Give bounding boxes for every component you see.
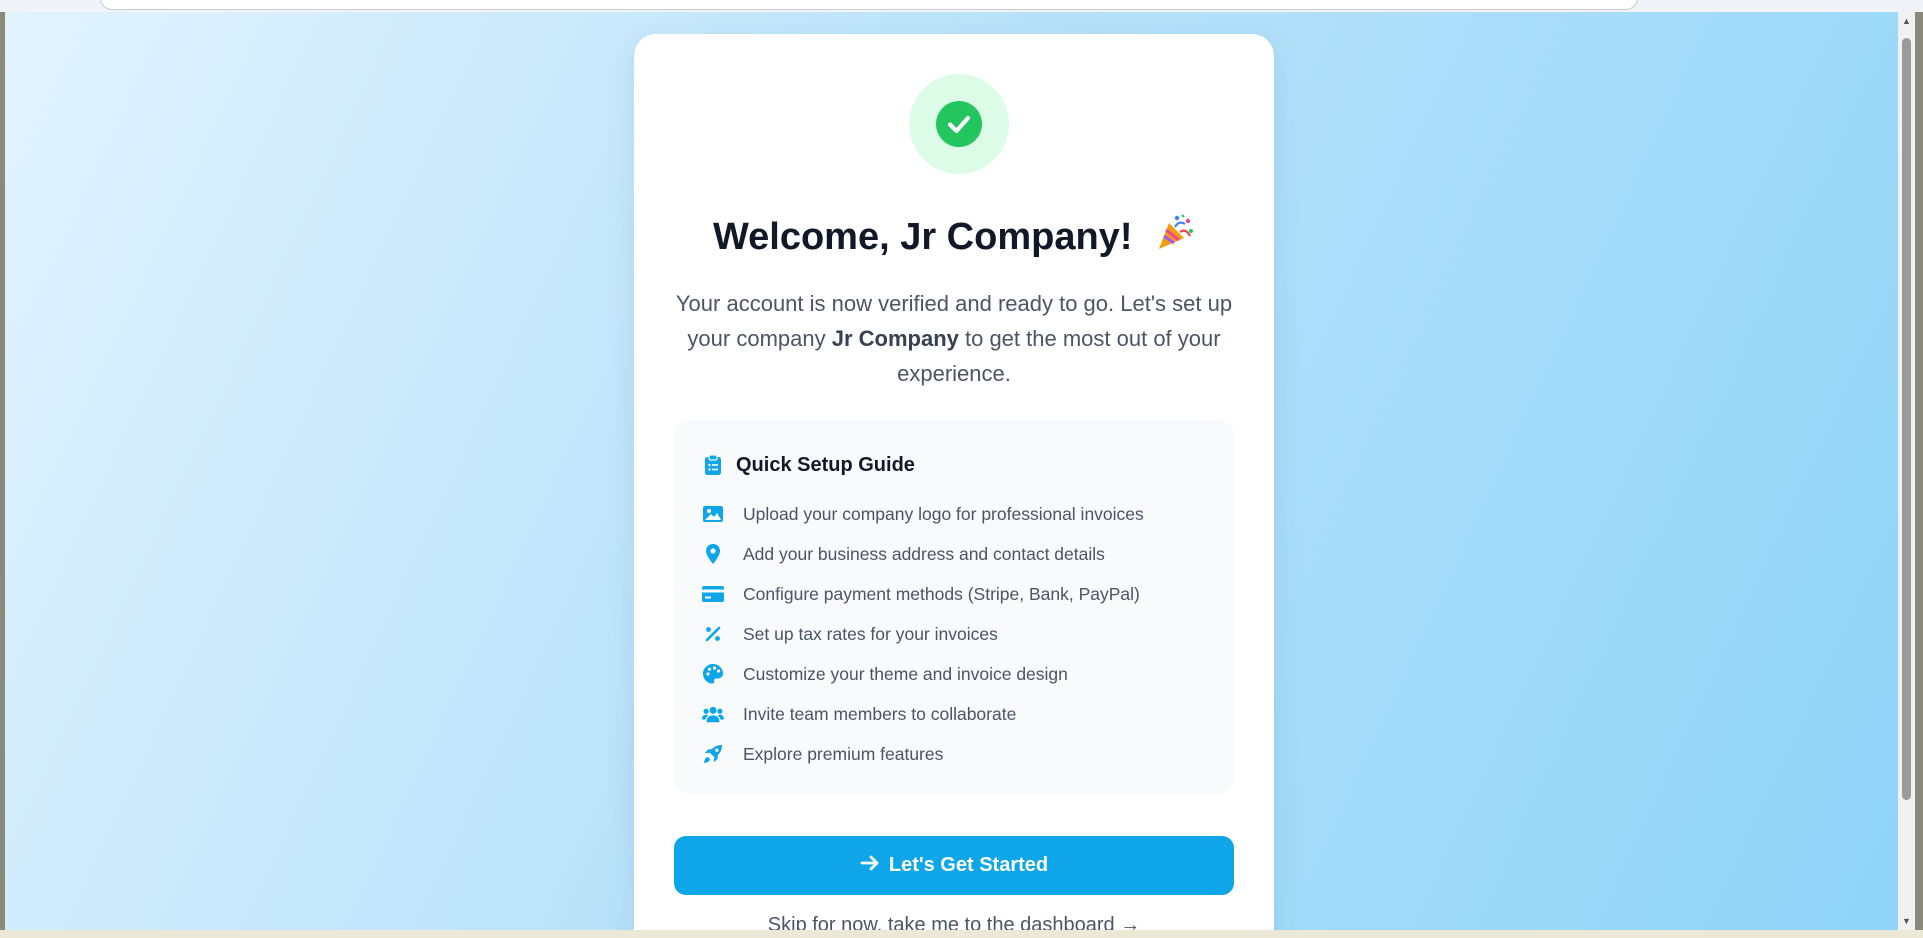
- rocket-icon: [702, 743, 724, 765]
- page-title: Welcome, Jr Company!: [634, 212, 1274, 262]
- list-item: Invite team members to collaborate: [702, 694, 1222, 734]
- page-viewport: Welcome, Jr Company! Your account is now…: [5, 12, 1898, 930]
- palette-icon: [702, 663, 724, 685]
- list-item: Add your business address and contact de…: [702, 534, 1222, 574]
- list-item: Explore premium features: [702, 734, 1222, 774]
- party-popper-icon: [1155, 212, 1195, 262]
- credit-card-icon: [702, 583, 724, 605]
- list-item-label: Customize your theme and invoice design: [743, 663, 1068, 684]
- list-item-label: Explore premium features: [743, 743, 944, 764]
- quick-setup-guide: Quick Setup Guide Upload your company lo…: [674, 420, 1234, 794]
- list-item: Customize your theme and invoice design: [702, 654, 1222, 694]
- welcome-heading: Welcome, Jr Company!: [712, 215, 1133, 258]
- company-name: Jr Company: [831, 326, 959, 351]
- image-icon: [702, 503, 724, 525]
- scroll-up-icon[interactable]: ▲: [1902, 16, 1911, 26]
- list-item: Configure payment methods (Stripe, Bank,…: [702, 574, 1222, 614]
- welcome-card: Welcome, Jr Company! Your account is now…: [634, 34, 1274, 930]
- scrollbar-thumb[interactable]: [1902, 38, 1911, 800]
- list-item-label: Upload your company logo for professiona…: [743, 503, 1144, 524]
- list-item-label: Invite team members to collaborate: [743, 703, 1017, 724]
- list-item: Set up tax rates for your invoices: [702, 614, 1222, 654]
- get-started-label: Let's Get Started: [888, 854, 1049, 876]
- users-icon: [702, 703, 724, 725]
- address-bar[interactable]: [100, 0, 1638, 10]
- browser-toolbar: [0, 0, 1923, 12]
- vertical-scrollbar[interactable]: ▲ ▼: [1898, 12, 1915, 930]
- percent-icon: [702, 623, 724, 645]
- list-item-label: Configure payment methods (Stripe, Bank,…: [743, 583, 1140, 604]
- skip-to-dashboard-link[interactable]: Skip for now, take me to the dashboard →: [634, 914, 1274, 930]
- scroll-down-icon[interactable]: ▼: [1902, 916, 1911, 926]
- arrow-right-icon: [860, 854, 880, 878]
- success-badge: [909, 74, 1009, 174]
- guide-header: Quick Setup Guide: [702, 450, 915, 480]
- setup-steps-list: Upload your company logo for professiona…: [702, 494, 1222, 774]
- map-pin-icon: [702, 543, 724, 565]
- list-item-label: Set up tax rates for your invoices: [743, 623, 998, 644]
- guide-title: Quick Setup Guide: [736, 453, 915, 476]
- welcome-subtitle: Your account is now verified and ready t…: [674, 286, 1234, 391]
- window-bottom-edge: [0, 930, 1923, 938]
- list-item: Upload your company logo for professiona…: [702, 494, 1222, 534]
- check-icon: [936, 101, 982, 147]
- get-started-button[interactable]: Let's Get Started: [674, 836, 1234, 895]
- list-item-label: Add your business address and contact de…: [743, 543, 1105, 564]
- clipboard-list-icon: [702, 454, 724, 476]
